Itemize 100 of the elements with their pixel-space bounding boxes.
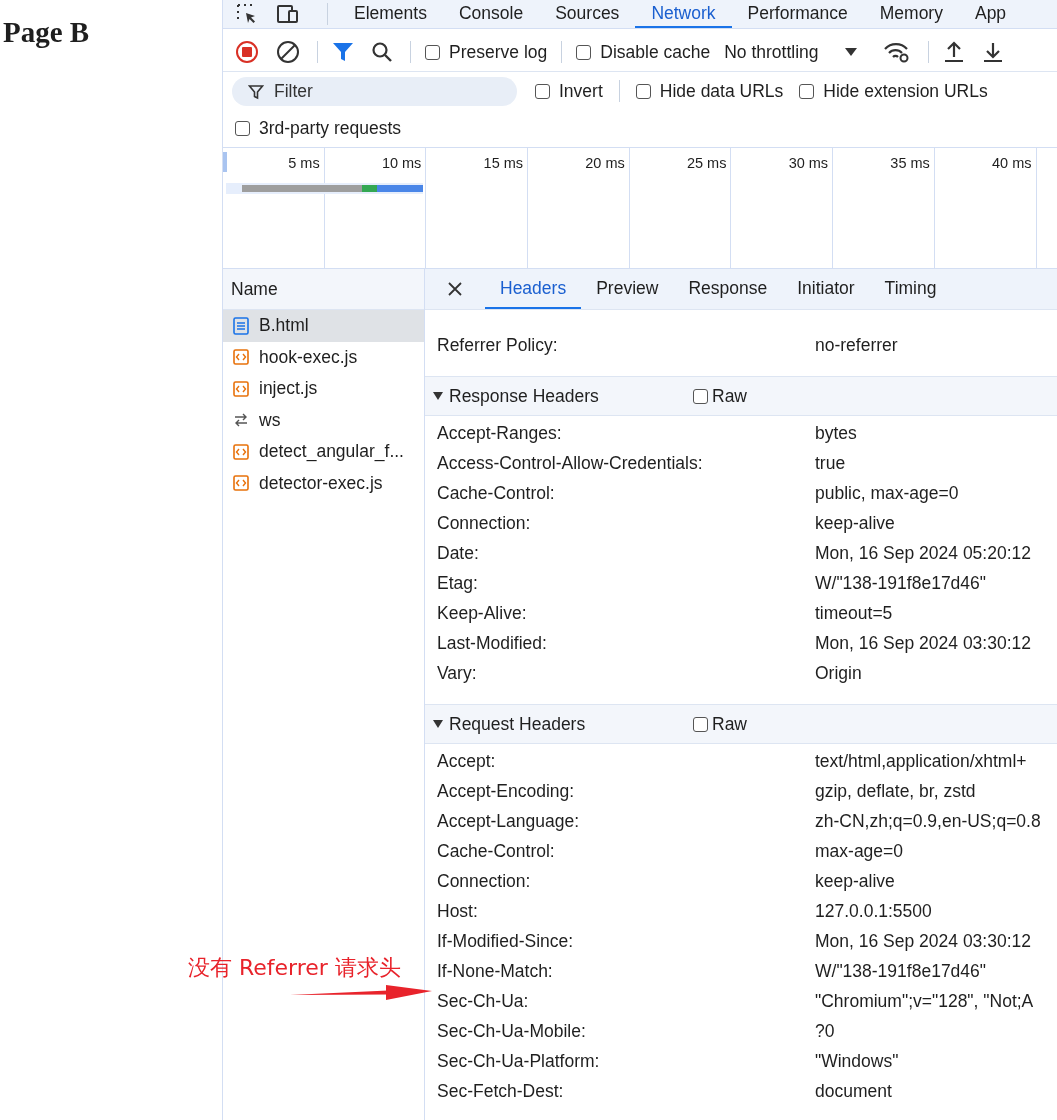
request-row[interactable]: detector-exec.js bbox=[223, 467, 424, 499]
checkbox-option[interactable]: Hide data URLs bbox=[635, 80, 784, 102]
header-value: "Windows" bbox=[815, 1050, 899, 1072]
panel-tab[interactable]: Elements bbox=[338, 0, 443, 28]
header-name: If-None-Match: bbox=[437, 960, 554, 982]
time-tick: 10 ms bbox=[381, 155, 422, 171]
clear-icon[interactable] bbox=[276, 40, 300, 64]
time-tick: 15 ms bbox=[483, 155, 524, 171]
download-icon[interactable] bbox=[981, 40, 1004, 64]
page-heading: Page B bbox=[3, 16, 90, 49]
column-header[interactable]: Name bbox=[223, 269, 424, 310]
annotation-text: 没有 Referrer 请求头 bbox=[188, 954, 401, 982]
header-value: Mon, 16 Sep 2024 03:30:12 bbox=[815, 632, 1031, 654]
upload-icon[interactable] bbox=[942, 40, 965, 64]
header-value: text/html,application/xhtml+ bbox=[815, 750, 1027, 772]
checkbox-option[interactable]: 3rd-party requests bbox=[235, 118, 401, 139]
request-row[interactable]: inject.js bbox=[223, 373, 424, 405]
details-tab[interactable]: Initiator bbox=[782, 269, 870, 309]
filter-icon bbox=[248, 83, 264, 100]
request-row[interactable]: hook-exec.js bbox=[223, 341, 424, 373]
script-icon bbox=[233, 443, 249, 460]
request-row[interactable]: B.html bbox=[223, 310, 424, 342]
header-value: 127.0.0.1:5500 bbox=[815, 900, 932, 922]
raw-checkbox[interactable]: Raw bbox=[693, 713, 747, 735]
header-value: gzip, deflate, br, zstd bbox=[815, 780, 976, 802]
header-value: zh-CN,zh;q=0.9,en-US;q=0.8 bbox=[815, 810, 1041, 832]
checkbox-option[interactable]: Hide extension URLs bbox=[799, 80, 988, 102]
document-icon bbox=[233, 316, 249, 335]
filter-field[interactable]: Filter bbox=[232, 76, 517, 106]
header-value: ?0 bbox=[815, 1020, 835, 1042]
header-name: Cache-Control: bbox=[437, 840, 556, 862]
header-name: Accept-Encoding: bbox=[437, 780, 576, 802]
header-name: Sec-Ch-Ua-Mobile: bbox=[437, 1020, 587, 1042]
header-name: Accept-Language: bbox=[437, 810, 581, 832]
details-tab[interactable]: Preview bbox=[581, 269, 674, 309]
caret-icon bbox=[433, 720, 443, 728]
header-name: Accept: bbox=[437, 750, 497, 772]
header-value: public, max-age=0 bbox=[815, 482, 959, 504]
header-name: If-Modified-Since: bbox=[437, 930, 575, 952]
header-name: Access-Control-Allow-Credentials: bbox=[437, 452, 704, 474]
details-tab[interactable]: Headers bbox=[485, 269, 582, 309]
header-name: Etag: bbox=[437, 572, 479, 594]
header-name: Referrer Policy: bbox=[437, 334, 559, 356]
panel-tab[interactable]: Network bbox=[635, 0, 732, 28]
header-value: no-referrer bbox=[815, 334, 898, 356]
request-row[interactable]: ws bbox=[223, 404, 424, 436]
header-value: Mon, 16 Sep 2024 03:30:12 bbox=[815, 930, 1031, 952]
section-header[interactable]: Request Headers bbox=[433, 713, 693, 735]
header-value: keep-alive bbox=[815, 512, 895, 534]
panel-tab[interactable]: Performance bbox=[731, 0, 864, 28]
close-icon[interactable] bbox=[447, 281, 463, 297]
header-name: Keep-Alive: bbox=[437, 602, 528, 624]
header-name: Date: bbox=[437, 542, 480, 564]
header-name: Sec-Ch-Ua-Platform: bbox=[437, 1050, 601, 1072]
filter-icon[interactable] bbox=[332, 41, 354, 63]
network-settings-icon[interactable] bbox=[882, 40, 911, 64]
panel-tab[interactable]: Sources bbox=[539, 0, 636, 28]
header-name: Sec-Ch-Ua: bbox=[437, 990, 530, 1012]
section-header[interactable]: Response Headers bbox=[433, 385, 693, 407]
time-tick: 25 ms bbox=[686, 155, 727, 171]
header-value: W/"138-191f8e17d46" bbox=[815, 960, 987, 982]
script-icon bbox=[233, 380, 249, 397]
header-name: Vary: bbox=[437, 662, 478, 684]
time-tick: 35 ms bbox=[890, 155, 930, 171]
details-tab[interactable]: Response bbox=[673, 269, 783, 309]
checkbox-option[interactable]: Preserve log bbox=[425, 41, 548, 63]
throttling-dropdown[interactable]: No throttling bbox=[724, 41, 857, 63]
script-icon bbox=[233, 475, 249, 492]
request-row[interactable]: detect_angular_f... bbox=[223, 436, 424, 468]
header-name: Last-Modified: bbox=[437, 632, 548, 654]
header-value: W/"138-191f8e17d46" bbox=[815, 572, 987, 594]
panel-tab[interactable]: Console bbox=[442, 0, 540, 28]
panel-tab[interactable]: App bbox=[958, 0, 1023, 28]
panel-tab[interactable]: Memory bbox=[863, 0, 959, 28]
time-tick: 5 ms bbox=[288, 155, 320, 171]
record-icon[interactable] bbox=[235, 40, 259, 64]
caret-icon bbox=[433, 392, 443, 400]
header-value: document bbox=[815, 1080, 892, 1102]
checkbox-option[interactable]: Invert bbox=[535, 80, 603, 102]
header-value: timeout=5 bbox=[815, 602, 893, 624]
checkbox-option[interactable]: Disable cache bbox=[576, 41, 711, 63]
device-icon[interactable] bbox=[275, 2, 301, 26]
header-value: Origin bbox=[815, 662, 862, 684]
caret-icon bbox=[844, 48, 857, 56]
time-tick: 20 ms bbox=[585, 155, 625, 171]
header-name: Cache-Control: bbox=[437, 482, 556, 504]
details-tab[interactable]: Timing bbox=[869, 269, 952, 309]
header-name: Sec-Fetch-Dest: bbox=[437, 1080, 565, 1102]
script-icon bbox=[233, 349, 249, 366]
header-name: Connection: bbox=[437, 870, 532, 892]
raw-checkbox[interactable]: Raw bbox=[693, 385, 747, 407]
header-value: Mon, 16 Sep 2024 05:20:12 bbox=[815, 542, 1031, 564]
header-value: true bbox=[815, 452, 846, 474]
header-name: Connection: bbox=[437, 512, 532, 534]
header-value: "Chromium";v="128", "Not;A bbox=[815, 990, 1034, 1012]
arrows-icon bbox=[233, 413, 249, 428]
header-value: bytes bbox=[815, 422, 857, 444]
header-value: max-age=0 bbox=[815, 840, 904, 862]
search-icon[interactable] bbox=[371, 41, 393, 63]
header-name: Accept-Ranges: bbox=[437, 422, 563, 444]
